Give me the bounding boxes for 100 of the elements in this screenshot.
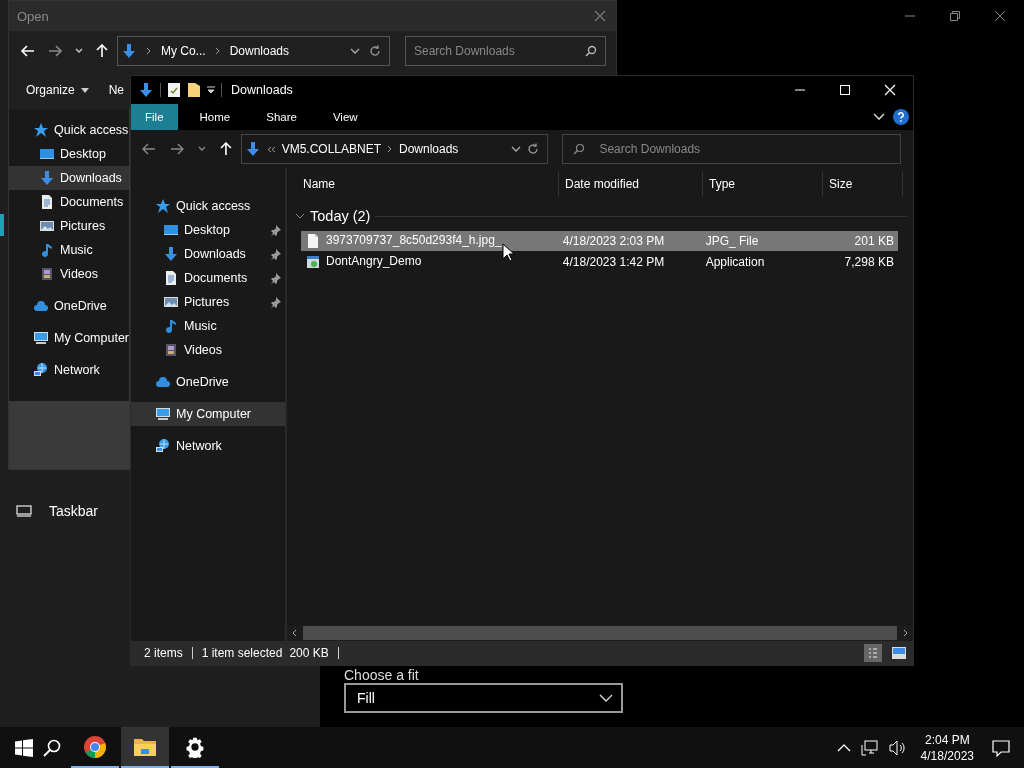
scroll-left-icon[interactable] <box>291 629 299 637</box>
clock-time[interactable]: 2:04 PM <box>924 731 970 748</box>
ribbon-tab[interactable]: Home <box>185 104 245 130</box>
window-title: Downloads <box>231 83 293 97</box>
search-field[interactable]: Search Downloads <box>405 36 606 66</box>
fit-dropdown[interactable]: Fill <box>344 683 623 713</box>
settings-icon[interactable] <box>184 735 206 758</box>
computer-icon <box>155 406 171 422</box>
taskbar-app[interactable] <box>121 727 169 768</box>
nav-item[interactable]: My Computer <box>131 402 285 426</box>
column-header[interactable]: Date modified <box>559 172 703 196</box>
file-icon <box>305 233 321 249</box>
chevron-icon[interactable] <box>873 113 885 121</box>
nav-item[interactable]: Network <box>9 358 129 382</box>
pin-icon[interactable] <box>270 272 281 284</box>
nav-item[interactable]: Documents <box>131 266 285 290</box>
selection-marker <box>0 214 4 236</box>
maximize-icon[interactable] <box>839 84 851 96</box>
pin-icon[interactable] <box>270 224 281 236</box>
network-icon <box>33 362 49 378</box>
speaker-icon[interactable] <box>888 739 907 756</box>
network-icon[interactable] <box>860 739 879 756</box>
properties-icon[interactable] <box>167 82 181 98</box>
breadcrumb[interactable]: Downloads <box>229 44 290 58</box>
toolbar-button[interactable]: Organize <box>26 83 89 97</box>
breadcrumb[interactable]: VM5.COLLABNET <box>281 142 381 156</box>
file-row[interactable]: 3973709737_8c50d293f4_h.jpg_ 4/18/2023 2:03 PM JPG_ File 201 KB <box>301 231 898 251</box>
nav-item[interactable]: Desktop <box>9 142 129 166</box>
pin-icon[interactable] <box>270 296 281 308</box>
search-icon[interactable] <box>43 738 61 757</box>
forward-icon[interactable] <box>48 45 62 57</box>
window-title: Open <box>17 8 49 24</box>
thumbnail-view-icon[interactable] <box>891 646 907 660</box>
nav-item[interactable]: Downloads <box>9 166 129 190</box>
ribbon-tab[interactable]: View <box>318 104 372 130</box>
nav-item[interactable]: Pictures <box>9 214 129 238</box>
picture-icon <box>163 294 179 310</box>
refresh-icon[interactable] <box>527 143 540 155</box>
chevron-icon[interactable] <box>511 146 522 152</box>
nav-item[interactable]: Music <box>131 314 285 338</box>
address-bar[interactable]: VM5.COLLABNET Downloads <box>240 134 549 164</box>
file-name: DontAngry_Demo <box>326 254 422 270</box>
nav-item[interactable]: Videos <box>9 262 129 286</box>
file-row[interactable]: DontAngry_Demo 4/18/2023 1:42 PM Application 7,298 KB <box>301 252 898 272</box>
close-icon[interactable] <box>994 10 1006 22</box>
caret-icon[interactable] <box>207 86 215 94</box>
nav-item[interactable]: Network <box>131 434 285 458</box>
nav-item[interactable]: Desktop <box>131 218 285 242</box>
nav-item[interactable]: Downloads <box>131 242 285 266</box>
up-icon[interactable] <box>219 142 232 156</box>
document-icon <box>39 194 55 210</box>
windows-logo-icon[interactable] <box>15 738 33 757</box>
download-icon <box>39 170 55 186</box>
chrome-icon[interactable] <box>83 734 107 759</box>
music-icon <box>39 242 55 258</box>
ribbon-tab[interactable]: Share <box>252 104 311 130</box>
notification-icon[interactable] <box>992 738 1010 757</box>
refresh-icon[interactable] <box>369 45 381 57</box>
nav-item[interactable]: Quick access <box>9 118 129 142</box>
column-header[interactable]: Size <box>823 172 903 196</box>
scroll-right-icon[interactable] <box>901 629 909 637</box>
taskbar-icon <box>16 505 32 517</box>
nav-item[interactable]: Pictures <box>131 290 285 314</box>
nav-item[interactable]: Videos <box>131 338 285 362</box>
folder-icon[interactable] <box>187 82 201 98</box>
status-text: 200 KB <box>289 646 329 660</box>
address-bar[interactable]: My Co... Downloads <box>117 36 390 66</box>
search-icon <box>573 143 586 155</box>
nav-item[interactable]: OneDrive <box>9 294 129 318</box>
search-field[interactable]: Search Downloads <box>562 134 901 164</box>
caret-icon[interactable] <box>75 48 83 54</box>
nav-item[interactable]: Music <box>9 238 129 262</box>
chevron-icon <box>146 47 152 55</box>
ribbon-tab[interactable]: File <box>131 104 178 130</box>
video-icon <box>39 266 55 282</box>
chevron-icon <box>599 694 613 702</box>
nav-item[interactable]: Documents <box>9 190 129 214</box>
restore-icon[interactable] <box>949 10 961 22</box>
chevron-icon[interactable] <box>295 213 305 219</box>
sidebar-item[interactable]: Taskbar <box>49 503 99 519</box>
toolbar-button[interactable]: Ne <box>108 83 125 97</box>
column-header[interactable]: Type <box>703 172 823 196</box>
chevron-icon[interactable] <box>350 48 360 54</box>
table-cell-text: 201 KB <box>853 234 895 248</box>
clock-date[interactable]: 4/18/2023 <box>920 747 974 764</box>
nav-item[interactable]: OneDrive <box>131 370 285 394</box>
chevron-icon <box>387 145 393 153</box>
breadcrumb[interactable]: Downloads <box>399 142 459 156</box>
music-icon <box>163 318 179 334</box>
up-icon[interactable] <box>96 44 108 58</box>
group-header[interactable]: Today (2) <box>310 208 371 224</box>
pin-icon[interactable] <box>270 248 281 260</box>
forward-icon[interactable] <box>169 143 184 155</box>
breadcrumb[interactable]: My Co... <box>161 44 206 58</box>
video-icon <box>163 342 179 358</box>
help-icon[interactable] <box>893 109 909 125</box>
details-view-icon[interactable] <box>864 644 882 662</box>
nav-item[interactable]: My Computer <box>9 326 129 350</box>
nav-item[interactable]: Quick access <box>131 194 285 218</box>
column-header[interactable]: Name <box>297 172 559 196</box>
